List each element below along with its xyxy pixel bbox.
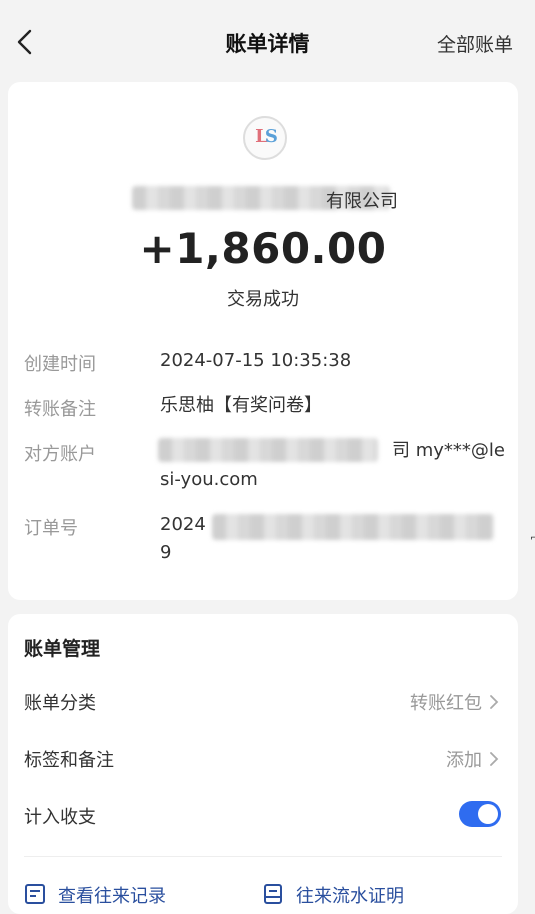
counterparty-account-line2: si-you.com bbox=[160, 469, 258, 490]
created-time-label: 创建时间 bbox=[24, 354, 96, 375]
tags-notes-value[interactable]: 添加 bbox=[446, 746, 482, 772]
divider bbox=[24, 856, 502, 857]
bill-management-card: 账单管理 账单分类 转账红包 标签和备注 添加 计入收支 查看往来记录 往来流水… bbox=[8, 614, 518, 914]
transaction-status: 交易成功 bbox=[227, 289, 299, 310]
bill-category-value[interactable]: 转账红包 bbox=[410, 689, 482, 715]
section-title: 账单管理 bbox=[24, 638, 101, 660]
all-bills-link[interactable]: 全部账单 bbox=[437, 30, 513, 57]
chevron-right-icon[interactable] bbox=[488, 693, 500, 711]
header-bar: 账单详情 全部账单 bbox=[0, 0, 535, 82]
order-number-redacted bbox=[212, 514, 494, 540]
counterparty-account-label: 对方账户 bbox=[24, 444, 96, 465]
transaction-proof-link[interactable]: 往来流水证明 bbox=[264, 882, 404, 908]
bill-category-label[interactable]: 账单分类 bbox=[24, 689, 96, 715]
transfer-note-value: 乐思柚【有奖问卷】 bbox=[160, 395, 322, 416]
count-in-budget-toggle[interactable] bbox=[459, 801, 501, 827]
document-icon bbox=[264, 884, 282, 904]
order-number-line2: 9 bbox=[160, 542, 172, 563]
created-time-value: 2024-07-15 10:35:38 bbox=[160, 350, 352, 371]
count-in-budget-label: 计入收支 bbox=[24, 807, 96, 828]
transfer-note-label: 转账备注 bbox=[24, 399, 96, 420]
edge-artifact: ⌐ bbox=[530, 533, 535, 544]
chevron-right-icon[interactable] bbox=[488, 750, 500, 768]
merchant-logo-mark: LS bbox=[245, 126, 285, 147]
view-records-label: 查看往来记录 bbox=[58, 886, 166, 907]
order-number-label: 订单号 bbox=[24, 518, 78, 539]
list-icon bbox=[25, 884, 45, 904]
view-records-link[interactable]: 查看往来记录 bbox=[25, 882, 166, 908]
payee-suffix: 有限公司 bbox=[326, 191, 398, 212]
merchant-logo: LS bbox=[243, 116, 287, 160]
transaction-proof-label: 往来流水证明 bbox=[296, 886, 404, 907]
payee-name: 有限公司 bbox=[128, 187, 398, 213]
transaction-amount: +1,860.00 bbox=[139, 224, 387, 273]
toggle-knob bbox=[478, 804, 498, 824]
logo-letter-l: L bbox=[255, 126, 268, 147]
tags-notes-label[interactable]: 标签和备注 bbox=[24, 746, 114, 772]
counterparty-account-line1: 司 my***@le bbox=[392, 440, 505, 461]
transaction-card: LS 有限公司 +1,860.00 交易成功 创建时间 2024-07-15 1… bbox=[8, 82, 518, 600]
logo-letter-s: S bbox=[264, 126, 278, 147]
